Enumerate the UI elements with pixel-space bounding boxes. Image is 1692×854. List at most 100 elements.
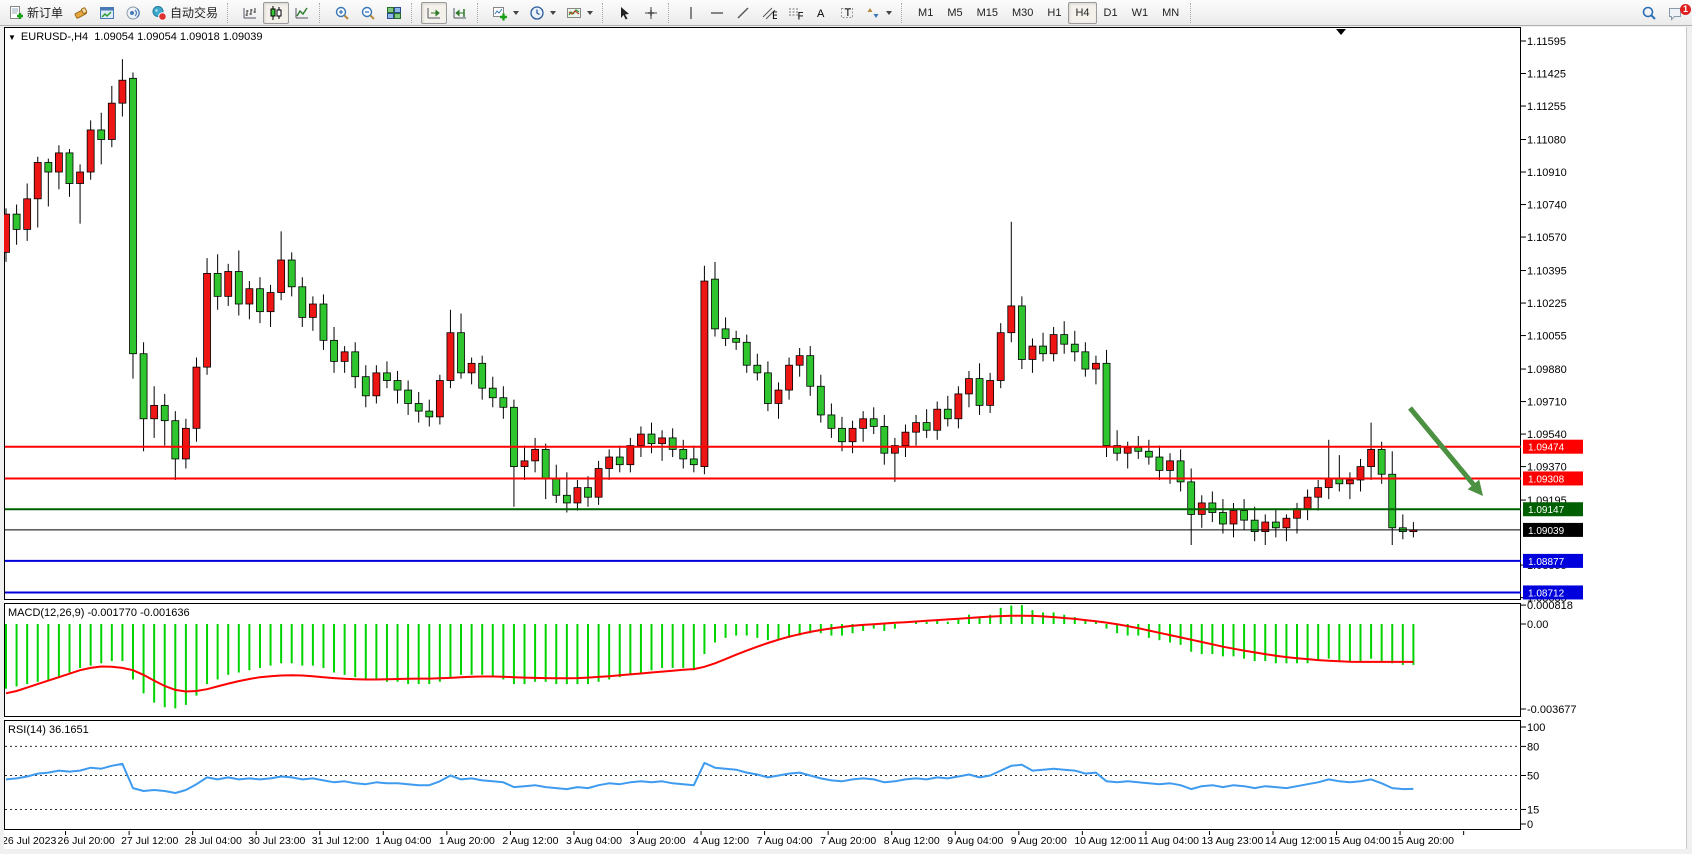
chevron-down-icon — [513, 11, 519, 15]
timeframe-d1[interactable]: D1 — [1097, 2, 1125, 24]
price-axis[interactable]: 1.115951.114251.112551.110801.109101.107… — [1521, 36, 1583, 831]
trendline-tool-button[interactable] — [730, 2, 756, 24]
toolbar-separator — [227, 3, 234, 23]
timeframe-h1[interactable]: H1 — [1040, 2, 1068, 24]
svg-text:30 Jul 23:00: 30 Jul 23:00 — [248, 835, 305, 847]
vertical-line-tool-button[interactable] — [678, 2, 704, 24]
toolbar-separator — [319, 3, 326, 23]
svg-text:2 Aug 12:00: 2 Aug 12:00 — [502, 835, 558, 847]
chart-region: 1.115951.114251.112551.110801.109101.107… — [0, 27, 1692, 854]
clock-icon — [529, 5, 545, 21]
candlestick-icon — [268, 5, 284, 21]
svg-text:14 Aug 12:00: 14 Aug 12:00 — [1265, 835, 1327, 847]
templates-button[interactable] — [561, 2, 598, 24]
main-pane[interactable] — [5, 28, 1521, 600]
trendline-icon — [735, 5, 751, 21]
svg-text:F: F — [798, 10, 804, 21]
toolbar-separator — [668, 3, 675, 23]
horizontal-line-icon — [709, 5, 725, 21]
svg-text:27 Jul 12:00: 27 Jul 12:00 — [121, 835, 178, 847]
timeframe-m1[interactable]: M1 — [911, 2, 940, 24]
svg-text:1.09039: 1.09039 — [1528, 526, 1565, 537]
community-button[interactable]: 1 — [1662, 2, 1688, 24]
arrows-tool-button[interactable] — [860, 2, 897, 24]
svg-text:10 Aug 12:00: 10 Aug 12:00 — [1074, 835, 1136, 847]
price-badge: 1.08877 — [1523, 554, 1583, 568]
toolbar-separator — [602, 3, 609, 23]
megaphone-icon — [125, 5, 141, 21]
crosshair-icon — [643, 5, 659, 21]
autotrade-button[interactable]: 自动交易 — [146, 2, 223, 24]
timeframe-h4[interactable]: H4 — [1068, 2, 1096, 24]
svg-text:A: A — [817, 8, 825, 20]
chart-window-button[interactable] — [94, 2, 120, 24]
equidistant-channel-icon: E — [761, 5, 777, 21]
tile-windows-button[interactable] — [381, 2, 407, 24]
auto-scroll-icon — [426, 5, 442, 21]
window-left-edge — [0, 27, 4, 854]
fibonacci-tool-button[interactable]: F — [782, 2, 808, 24]
svg-text:11 Aug 04:00: 11 Aug 04:00 — [1138, 835, 1199, 847]
svg-text:1.09540: 1.09540 — [1527, 429, 1567, 441]
cursor-tool-button[interactable] — [612, 2, 638, 24]
eraser-icon — [73, 5, 89, 21]
new-order-button[interactable]: 新订单 — [3, 2, 68, 24]
text-label-tool-button[interactable]: T — [834, 2, 860, 24]
svg-text:80: 80 — [1527, 741, 1539, 753]
crosshair-tool-button[interactable] — [638, 2, 664, 24]
timeframe-mn[interactable]: MN — [1155, 2, 1186, 24]
periods-button[interactable] — [524, 2, 561, 24]
svg-text:8 Aug 12:00: 8 Aug 12:00 — [884, 835, 940, 847]
alerts-button[interactable] — [120, 2, 146, 24]
zoom-in-button[interactable] — [329, 2, 355, 24]
svg-text:1.11595: 1.11595 — [1527, 36, 1566, 48]
svg-text:9 Aug 04:00: 9 Aug 04:00 — [947, 835, 1003, 847]
svg-text:1.10055: 1.10055 — [1527, 331, 1567, 343]
chart-dropdown-icon[interactable]: ▼ — [8, 33, 16, 42]
timeframe-w1[interactable]: W1 — [1125, 2, 1156, 24]
channel-tool-button[interactable]: E — [756, 2, 782, 24]
chart-shift-button[interactable] — [447, 2, 473, 24]
fibonacci-icon: F — [787, 5, 803, 21]
chart-canvas[interactable]: 1.115951.114251.112551.110801.109101.107… — [0, 27, 1692, 854]
svg-text:1.10395: 1.10395 — [1527, 266, 1567, 278]
chevron-down-icon — [587, 11, 593, 15]
bar-chart-mode-button[interactable] — [237, 2, 263, 24]
timeframe-m5[interactable]: M5 — [940, 2, 969, 24]
auto-scroll-button[interactable] — [421, 2, 447, 24]
styler-button[interactable] — [68, 2, 94, 24]
price-badge: 1.09308 — [1523, 471, 1583, 485]
svg-text:9 Aug 20:00: 9 Aug 20:00 — [1011, 835, 1067, 847]
zoom-out-button[interactable] — [355, 2, 381, 24]
svg-text:100: 100 — [1527, 722, 1545, 734]
chart-shift-icon — [452, 5, 468, 21]
timeframe-m15[interactable]: M15 — [970, 2, 1005, 24]
window-bottom-edge — [0, 849, 1692, 854]
indicators-button[interactable] — [487, 2, 524, 24]
svg-text:50: 50 — [1527, 771, 1539, 783]
zoom-out-icon — [360, 5, 376, 21]
svg-text:15: 15 — [1527, 804, 1539, 816]
svg-text:3 Aug 04:00: 3 Aug 04:00 — [566, 835, 622, 847]
horizontal-line-tool-button[interactable] — [704, 2, 730, 24]
svg-text:1.10910: 1.10910 — [1527, 167, 1567, 179]
svg-text:1 Aug 04:00: 1 Aug 04:00 — [375, 835, 431, 847]
time-axis[interactable]: 26 Jul 202326 Jul 20:0027 Jul 12:0028 Ju… — [2, 831, 1464, 847]
text-tool-button[interactable]: A — [808, 2, 834, 24]
toolbar-separator — [901, 3, 908, 23]
macd-pane[interactable] — [5, 604, 1521, 717]
line-chart-mode-button[interactable] — [289, 2, 315, 24]
svg-text:1.08877: 1.08877 — [1528, 557, 1565, 568]
price-badge: 1.09039 — [1523, 523, 1583, 537]
svg-text:7 Aug 20:00: 7 Aug 20:00 — [820, 835, 876, 847]
search-button[interactable] — [1636, 2, 1662, 24]
chart-ohlc-values: 1.09054 1.09054 1.09018 1.09039 — [94, 31, 262, 43]
candlestick-mode-button[interactable] — [263, 2, 289, 24]
svg-text:3 Aug 20:00: 3 Aug 20:00 — [630, 835, 686, 847]
svg-text:0.000818: 0.000818 — [1527, 600, 1573, 612]
svg-text:1.10740: 1.10740 — [1527, 200, 1567, 212]
autotrade-label: 自动交易 — [170, 4, 218, 21]
svg-text:1.09308: 1.09308 — [1528, 474, 1565, 485]
timeframe-m30[interactable]: M30 — [1005, 2, 1040, 24]
svg-text:15 Aug 20:00: 15 Aug 20:00 — [1392, 835, 1454, 847]
